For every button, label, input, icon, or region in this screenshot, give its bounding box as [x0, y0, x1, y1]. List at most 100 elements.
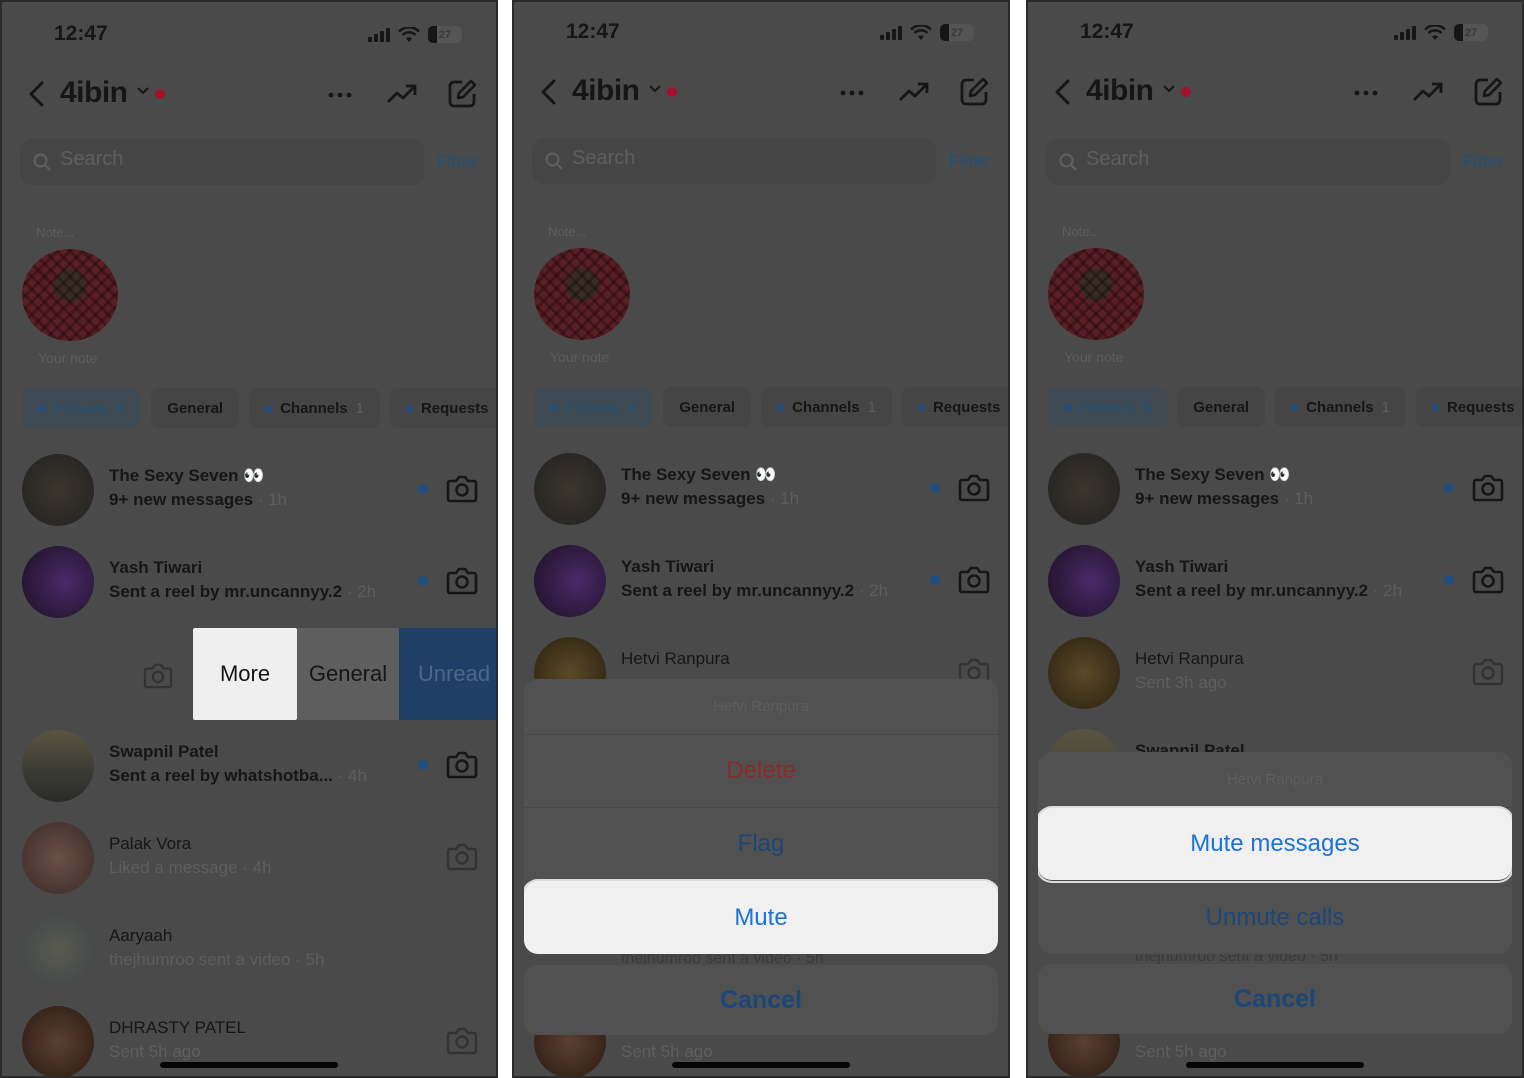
- avatar[interactable]: [1048, 248, 1144, 340]
- tab-channels[interactable]: Channels 1: [1275, 387, 1406, 427]
- trending-icon[interactable]: [1412, 80, 1444, 104]
- note-area[interactable]: Note... Your note: [1048, 216, 1158, 371]
- list-item[interactable]: Aaryaah thejhumroo sent a video · 5h: [2, 906, 496, 994]
- avatar[interactable]: [22, 730, 94, 802]
- list-item[interactable]: The Sexy Seven 👀 9+ new messages · 1h: [514, 445, 1008, 533]
- tab-general[interactable]: General: [663, 387, 752, 427]
- avatar[interactable]: [1048, 637, 1120, 709]
- home-indicator[interactable]: [1186, 1062, 1364, 1068]
- tab-requests[interactable]: Requests1: [1415, 387, 1522, 427]
- list-item[interactable]: Yash Tiwari Sent a reel by mr.uncannyy.2…: [514, 537, 1008, 625]
- back-chevron-icon[interactable]: [1052, 78, 1074, 106]
- avatar[interactable]: [22, 546, 94, 618]
- camera-icon[interactable]: [446, 749, 478, 779]
- search-input[interactable]: [60, 148, 400, 171]
- avatar[interactable]: [22, 914, 94, 986]
- filter-link[interactable]: Filter: [436, 152, 478, 172]
- avatar[interactable]: [22, 454, 94, 526]
- tab-general[interactable]: General: [151, 388, 240, 428]
- swipe-more-button[interactable]: More: [193, 628, 297, 720]
- mute-messages-button[interactable]: Mute messages: [1038, 808, 1512, 881]
- camera-icon[interactable]: [143, 661, 173, 689]
- search-input[interactable]: [1086, 148, 1426, 171]
- note-area[interactable]: Note... Your note: [22, 217, 132, 372]
- back-chevron-icon[interactable]: [538, 78, 560, 106]
- camera-icon[interactable]: [958, 472, 990, 502]
- cancel-button[interactable]: Cancel: [524, 965, 998, 1035]
- list-item[interactable]: The Sexy Seven 👀 9+ new messages · 1h: [2, 446, 496, 534]
- preview-text: Liked a message: [109, 858, 238, 877]
- camera-icon[interactable]: [958, 564, 990, 594]
- search-box[interactable]: [1046, 139, 1450, 185]
- tab-channels[interactable]: Channels 1: [761, 387, 892, 427]
- tab-label: Requests: [932, 398, 1001, 416]
- filter-link[interactable]: Filter: [948, 151, 990, 171]
- avatar[interactable]: [22, 1006, 94, 1076]
- account-name[interactable]: 4ibin: [60, 76, 128, 110]
- camera-icon[interactable]: [446, 565, 478, 595]
- tab-count: 1: [1008, 399, 1010, 416]
- search-input[interactable]: [572, 147, 912, 170]
- tab-primary[interactable]: Primary 8: [22, 388, 142, 428]
- avatar[interactable]: [534, 545, 606, 617]
- account-name[interactable]: 4ibin: [572, 74, 640, 108]
- avatar[interactable]: [534, 248, 630, 340]
- list-item[interactable]: Yash Tiwari Sent a reel by mr.uncannyy.2…: [1028, 537, 1522, 625]
- camera-icon[interactable]: [446, 841, 478, 871]
- note-bubble[interactable]: Note...: [36, 225, 74, 240]
- chevron-down-icon[interactable]: [136, 86, 150, 96]
- camera-icon[interactable]: [446, 1025, 478, 1055]
- avatar[interactable]: [22, 249, 118, 341]
- cancel-button[interactable]: Cancel: [1038, 964, 1512, 1034]
- compose-icon[interactable]: [446, 78, 478, 110]
- tab-general[interactable]: General: [1177, 387, 1266, 427]
- chevron-down-icon[interactable]: [1162, 84, 1176, 94]
- camera-icon[interactable]: [1472, 472, 1504, 502]
- tab-requests[interactable]: Requests 1: [901, 387, 1010, 427]
- camera-icon[interactable]: [446, 473, 478, 503]
- note-bubble[interactable]: Note...: [1062, 224, 1100, 239]
- action-sheet-title: Hetvi Ranpura: [524, 679, 998, 735]
- list-item[interactable]: The Sexy Seven 👀 9+ new messages · 1h: [1028, 445, 1522, 533]
- trending-icon[interactable]: [386, 82, 418, 106]
- search-row: Filter: [1046, 139, 1508, 185]
- delete-button[interactable]: Delete: [524, 735, 998, 808]
- compose-icon[interactable]: [958, 76, 990, 108]
- note-area[interactable]: Note... Your note: [534, 216, 644, 371]
- list-item[interactable]: Yash Tiwari Sent a reel by mr.uncannyy.2…: [2, 538, 496, 626]
- swipe-unread-button[interactable]: Unread: [399, 628, 496, 720]
- home-indicator[interactable]: [672, 1062, 850, 1068]
- tab-channels[interactable]: Channels 1: [249, 388, 380, 428]
- trending-icon[interactable]: [898, 80, 930, 104]
- flag-button[interactable]: Flag: [524, 808, 998, 881]
- list-item[interactable]: Palak Vora Liked a message · 4h: [2, 814, 496, 902]
- more-horizontal-icon[interactable]: [1354, 90, 1378, 96]
- unmute-calls-button[interactable]: Unmute calls: [1038, 881, 1512, 954]
- note-bubble[interactable]: Note...: [548, 224, 586, 239]
- chevron-down-icon[interactable]: [648, 84, 662, 94]
- mute-button[interactable]: Mute: [524, 881, 998, 954]
- swipe-general-button[interactable]: General: [297, 628, 399, 720]
- avatar[interactable]: [1048, 453, 1120, 525]
- avatar[interactable]: [1048, 545, 1120, 617]
- more-horizontal-icon[interactable]: [328, 92, 352, 98]
- back-chevron-icon[interactable]: [26, 80, 48, 108]
- account-name[interactable]: 4ibin: [1086, 74, 1154, 108]
- list-item[interactable]: Swapnil Patel Sent a reel by whatshotba.…: [2, 722, 496, 810]
- more-horizontal-icon[interactable]: [840, 90, 864, 96]
- search-box[interactable]: [532, 138, 936, 184]
- tab-primary[interactable]: Primary 8: [1048, 387, 1168, 427]
- home-indicator[interactable]: [160, 1062, 338, 1068]
- unread-dot: [1444, 575, 1454, 585]
- screen-mute-options-sheet: 12:47 27 4ibin Filter Note... Your note …: [1026, 0, 1524, 1078]
- camera-icon[interactable]: [1472, 656, 1504, 686]
- avatar[interactable]: [22, 822, 94, 894]
- search-box[interactable]: [20, 139, 424, 185]
- tab-requests[interactable]: Requests1: [389, 388, 496, 428]
- filter-link[interactable]: Filter: [1462, 152, 1504, 172]
- camera-icon[interactable]: [1472, 564, 1504, 594]
- avatar[interactable]: [534, 453, 606, 525]
- compose-icon[interactable]: [1472, 76, 1504, 108]
- tab-primary[interactable]: Primary 8: [534, 387, 654, 427]
- list-item[interactable]: Hetvi Ranpura Sent 3h ago: [1028, 629, 1522, 717]
